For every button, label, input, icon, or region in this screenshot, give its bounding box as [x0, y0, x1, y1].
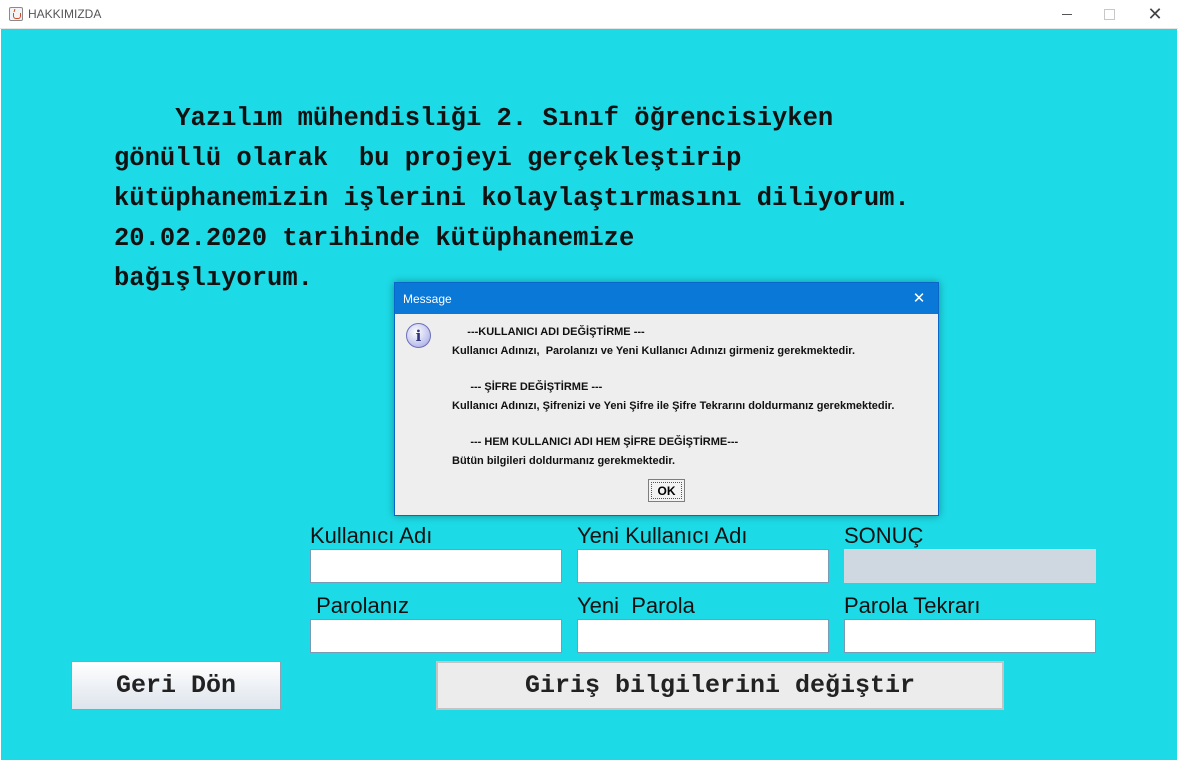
about-text: Yazılım mühendisliği 2. Sınıf öğrencisiy…	[114, 104, 910, 293]
close-window-icon[interactable]: ✕	[1132, 0, 1178, 29]
password-repeat-input[interactable]	[844, 619, 1096, 653]
dialog-heading-password: --- ŞİFRE DEĞİŞTİRME ---	[452, 381, 603, 393]
change-credentials-button[interactable]: Giriş bilgilerini değiştir	[436, 661, 1004, 710]
window-titlebar: HAKKIMIZDA ✕	[0, 0, 1178, 29]
result-label: SONUÇ	[844, 523, 924, 548]
username-input[interactable]	[310, 549, 562, 583]
back-button[interactable]: Geri Dön	[71, 661, 281, 710]
dialog-heading-username: ---KULLANICI ADI DEĞİŞTİRME ---	[452, 326, 645, 338]
maximize-icon[interactable]	[1086, 0, 1132, 29]
new-username-label: Yeni Kullanıcı Adı	[577, 523, 748, 548]
message-dialog: Message ✕ i ---KULLANICI ADI DEĞİŞTİRME …	[394, 282, 939, 516]
new-password-input[interactable]	[577, 619, 829, 653]
dialog-heading-both: --- HEM KULLANICI ADI HEM ŞİFRE DEĞİŞTİR…	[452, 436, 739, 448]
dialog-text-password: Kullanıcı Adınızı, Şifrenizi ve Yeni Şif…	[452, 400, 895, 412]
result-field	[844, 549, 1096, 583]
password-label: Parolanız	[310, 593, 410, 618]
new-password-label: Yeni Parola	[577, 593, 695, 618]
window-title: HAKKIMIZDA	[28, 7, 102, 21]
dialog-close-icon[interactable]: ✕	[908, 287, 930, 309]
dialog-title: Message	[403, 292, 452, 306]
info-icon: i	[406, 323, 431, 348]
dialog-titlebar: Message ✕	[395, 283, 938, 314]
minimize-icon[interactable]	[1044, 0, 1090, 29]
password-repeat-label: Parola Tekrarı	[844, 593, 981, 618]
new-username-input[interactable]	[577, 549, 829, 583]
ok-button[interactable]: OK	[648, 479, 685, 502]
java-app-icon	[9, 7, 23, 21]
dialog-text-both: Bütün bilgileri doldurmanız gerekmektedi…	[452, 455, 676, 467]
dialog-text-username: Kullanıcı Adınızı, Parolanızı ve Yeni Ku…	[452, 345, 856, 357]
username-label: Kullanıcı Adı	[310, 523, 433, 548]
password-input[interactable]	[310, 619, 562, 653]
